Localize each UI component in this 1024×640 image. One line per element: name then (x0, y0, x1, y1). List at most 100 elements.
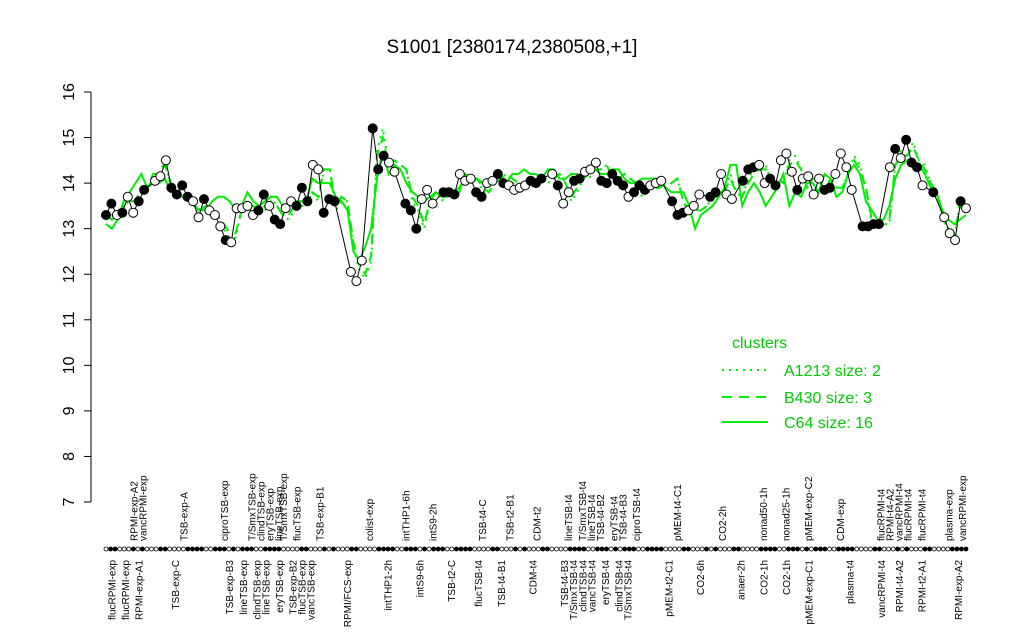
rug-marker (517, 546, 523, 552)
rug-marker (686, 546, 691, 552)
data-point (884, 162, 895, 173)
bottom-category-label: eryTSB-exp (275, 560, 286, 613)
rug-marker (230, 546, 236, 552)
rug-marker (130, 546, 136, 552)
data-point (476, 191, 487, 202)
rug-marker (463, 546, 468, 552)
rug-marker (422, 546, 427, 552)
rug-marker (403, 546, 409, 552)
data-point (656, 175, 667, 186)
rug-marker (249, 546, 255, 552)
rug-marker (531, 546, 537, 552)
rug-marker (676, 546, 682, 552)
rug-marker (740, 546, 746, 552)
rug-marker (303, 546, 309, 552)
data-point (101, 210, 111, 220)
bottom-category-label: TSB-exp-B3 (225, 560, 236, 615)
rug-marker (704, 546, 709, 552)
data-point (901, 134, 912, 145)
rug-marker (959, 546, 964, 552)
top-category-label: pMEM-exp-C2 (804, 476, 815, 541)
rug-marker (112, 546, 118, 552)
rug-marker (681, 546, 687, 552)
rug-marker (285, 546, 291, 552)
rug-marker (649, 546, 655, 552)
data-point (814, 173, 824, 184)
data-point (373, 164, 384, 175)
rug-marker (162, 546, 168, 552)
rug-marker (240, 546, 245, 552)
legend-label-b430: B430 size: 3 (784, 390, 872, 407)
rug-marker (481, 546, 487, 552)
data-point (253, 205, 264, 216)
rug-marker (508, 546, 514, 552)
rug-marker (139, 546, 145, 552)
bottom-category-label: flucRPMI-exp (108, 560, 119, 620)
data-point (563, 187, 574, 198)
bottom-category-label: vancRPMI-t4 (877, 560, 888, 618)
y-tick-label: 11 (61, 311, 78, 328)
rug-marker (117, 546, 123, 552)
rug-marker (499, 546, 505, 552)
rug-marker (362, 546, 368, 552)
data-point (405, 205, 416, 216)
rug-marker (877, 546, 882, 552)
rug-marker (385, 546, 391, 552)
rug-marker (535, 546, 541, 552)
chart-title: S1001 [2380174,2380508,+1] (387, 37, 638, 58)
bottom-category-label: RPMI-exp-A1 (135, 560, 146, 620)
top-category-label: plasma-exp (944, 489, 955, 541)
rug-marker (344, 546, 350, 552)
rug-marker (822, 546, 828, 552)
rug-marker (503, 546, 509, 552)
data-point (961, 203, 971, 214)
top-category-label: vancRPMI-exp (958, 475, 969, 541)
data-point (786, 166, 797, 177)
data-point (411, 223, 422, 234)
top-category-label: lineTSB-exp (275, 486, 286, 541)
rug-marker (890, 546, 896, 552)
y-tick-label: 14 (61, 174, 78, 192)
top-category-label: colist-exp (365, 498, 376, 541)
rug-marker (626, 546, 632, 552)
rug-marker (831, 546, 837, 552)
bottom-category-label: CO2-6h (696, 560, 707, 595)
rug-marker (886, 546, 891, 552)
rug-marker (645, 546, 650, 552)
rug-marker (736, 546, 741, 552)
bottom-category-label: flucTSB-t4 (474, 560, 485, 607)
rug-marker (394, 546, 400, 552)
top-category-label: nonad25-1h (782, 488, 793, 541)
rug-marker (558, 546, 564, 552)
top-category-label: flucRPMI-t4 (917, 488, 928, 541)
rug-marker (121, 546, 127, 552)
y-tick-label: 8 (61, 452, 78, 461)
rug-marker (490, 546, 496, 552)
rug-marker (153, 546, 159, 552)
data-point (492, 169, 503, 179)
rug-marker (581, 546, 587, 552)
bottom-category-label: vancTSB-t4 (587, 560, 598, 613)
rug-marker (563, 546, 568, 552)
data-point (367, 123, 378, 134)
data-point (313, 164, 324, 175)
rug-marker (781, 546, 787, 552)
rug-marker (572, 546, 578, 552)
data-point (846, 184, 857, 195)
data-point (177, 180, 188, 191)
bottom-category-label: RPMI/FCS-exp (343, 560, 354, 628)
rug-marker (353, 546, 359, 552)
rug-marker (763, 546, 769, 552)
rug-marker (376, 546, 382, 552)
rug-marker (640, 546, 646, 552)
rug-marker (212, 546, 218, 552)
data-point (133, 196, 144, 207)
bottom-category-label: intS9-6h (415, 560, 426, 597)
rug-marker (294, 546, 300, 552)
rug-marker (663, 546, 669, 552)
rug-marker (203, 546, 209, 552)
data-point (427, 198, 438, 209)
bottom-category-label: RPMI-t4-A2 (895, 560, 906, 613)
rug-marker (717, 546, 723, 552)
bottom-category-label: TSB-exp-C (171, 560, 182, 609)
